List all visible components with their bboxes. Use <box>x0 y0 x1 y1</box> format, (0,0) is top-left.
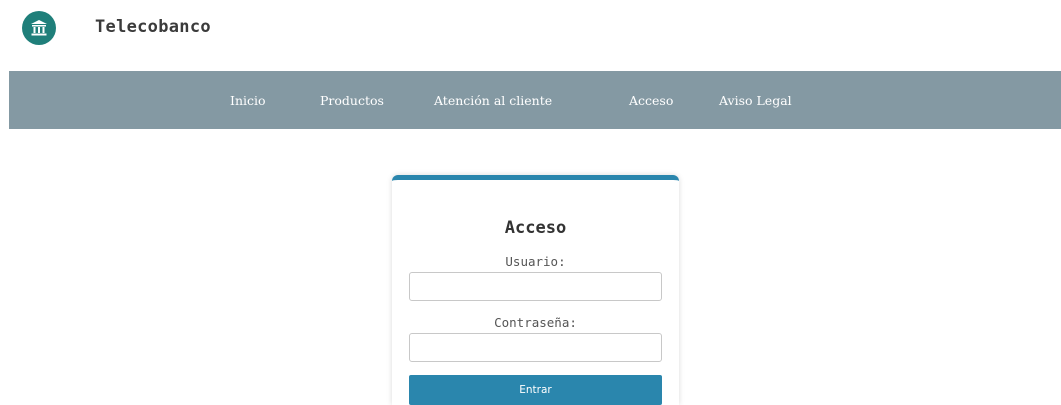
nav-link-atencion-cliente[interactable]: Atención al cliente <box>434 93 552 108</box>
username-label: Usuario: <box>505 254 566 269</box>
nav-link-acceso[interactable]: Acceso <box>629 93 673 108</box>
login-submit-button[interactable]: Entrar <box>409 375 662 405</box>
brand-name[interactable]: Telecobanco <box>95 17 211 37</box>
nav-link-inicio[interactable]: Inicio <box>230 93 266 108</box>
bank-icon <box>31 20 47 36</box>
main-navigation: Inicio Productos Atención al cliente Acc… <box>9 71 1061 129</box>
login-title: Acceso <box>504 218 567 238</box>
nav-link-productos[interactable]: Productos <box>320 93 384 108</box>
nav-link-aviso-legal[interactable]: Aviso Legal <box>719 93 792 108</box>
username-input[interactable] <box>409 272 662 301</box>
login-card: Acceso Usuario: Contraseña: Entrar <box>392 175 679 405</box>
password-input[interactable] <box>409 333 662 362</box>
site-header: Telecobanco <box>0 0 1061 70</box>
bank-logo[interactable] <box>22 11 56 45</box>
password-label: Contraseña: <box>494 315 577 330</box>
